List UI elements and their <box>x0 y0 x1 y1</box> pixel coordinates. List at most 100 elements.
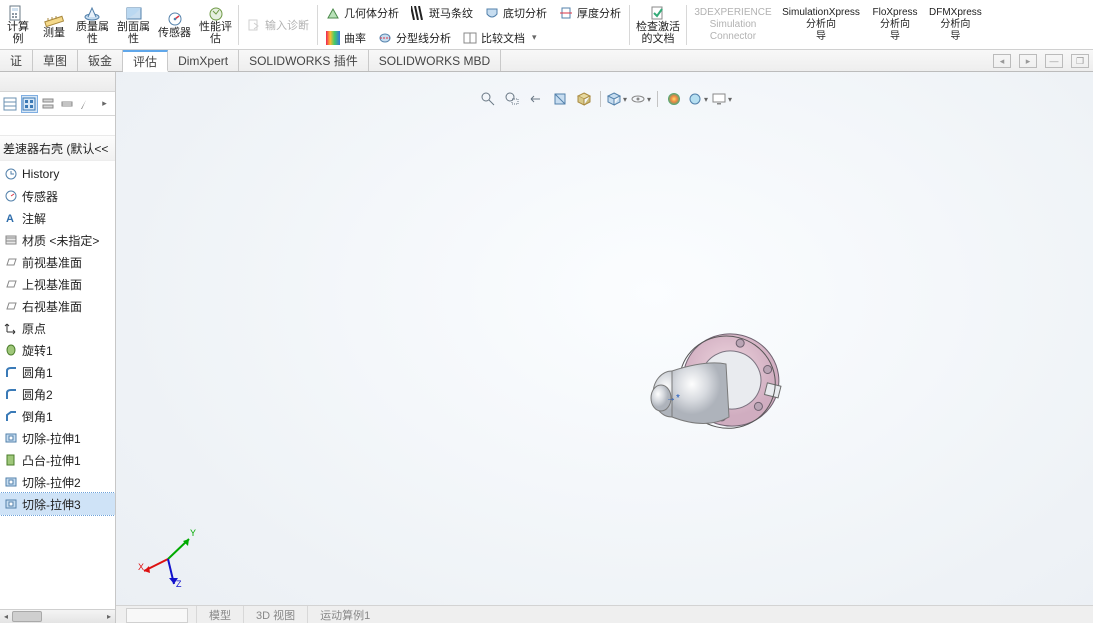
tree-title[interactable]: 差速器右壳 (默认<< <box>0 136 115 161</box>
dimxpertmanager-tab-icon[interactable] <box>58 95 75 113</box>
sensor-button[interactable]: 传感器 <box>154 0 195 50</box>
scroll-thumb[interactable] <box>12 611 42 622</box>
measure-button[interactable]: 测量 <box>36 0 72 50</box>
undercut-icon <box>485 6 499 20</box>
displaymanager-tab-icon[interactable] <box>77 95 94 113</box>
tree-item-label: 原点 <box>22 320 46 337</box>
sectionprops-button[interactable]: 剖面属 性 <box>113 0 154 50</box>
tree-item-label: 右视基准面 <box>22 298 82 315</box>
compare-button[interactable]: 比较文档▾ <box>457 27 543 49</box>
check-doc-label: 检查激活 的文档 <box>636 21 680 45</box>
cube-icon <box>606 91 622 107</box>
tree-origin[interactable]: 原点 <box>0 317 115 339</box>
hud-separator <box>657 91 658 107</box>
tree-fillet2[interactable]: 圆角2 <box>0 383 115 405</box>
propertymanager-tab-icon[interactable] <box>21 95 38 113</box>
view-settings-button[interactable]: ▾ <box>711 88 733 110</box>
previous-view-button[interactable] <box>525 88 547 110</box>
next-doc-button[interactable]: ▸ <box>1019 54 1037 68</box>
partingline-button[interactable]: 分型线分析 <box>372 27 457 49</box>
tab-sw-addins[interactable]: SOLIDWORKS 插件 <box>239 50 369 71</box>
zoom-to-area-button[interactable] <box>501 88 523 110</box>
tab-sheetmetal[interactable]: 钣金 <box>78 50 123 71</box>
flox-button[interactable]: FloXpress 分析向 导 <box>865 0 925 50</box>
orientation-triad[interactable]: X Y Z <box>136 519 206 589</box>
section-view-button[interactable] <box>549 88 571 110</box>
input-diagnosis-button[interactable]: 输入诊断 <box>241 14 315 36</box>
tree-item-label: 材质 <未指定> <box>22 232 99 249</box>
configmanager-tab-icon[interactable] <box>40 95 57 113</box>
calc-icon <box>9 5 27 21</box>
chevron-down-icon: ▾ <box>647 95 651 104</box>
simx-button[interactable]: SimulationXpress 分析向 导 <box>777 0 865 50</box>
tab-sketch[interactable]: 草图 <box>33 50 78 71</box>
tree-history[interactable]: History <box>0 163 115 185</box>
thickness-button[interactable]: 厚度分析 <box>553 2 627 24</box>
thickness-label: 厚度分析 <box>577 5 621 21</box>
performance-button[interactable]: 性能评 估 <box>195 0 236 50</box>
tree-top-plane[interactable]: 上视基准面 <box>0 273 115 295</box>
tree-chamfer1[interactable]: 倒角1 <box>0 405 115 427</box>
edit-appearance-button[interactable] <box>663 88 685 110</box>
plane-icon <box>4 277 18 291</box>
feature-tree: History 传感器 A注解 材质 <未指定> 前视基准面 上视基准面 右视基… <box>0 161 115 609</box>
simx-l3: 导 <box>816 31 826 43</box>
zebra-stripes-button[interactable]: 斑马条纹 <box>405 2 479 24</box>
tab-dimxpert[interactable]: DimXpert <box>168 50 239 71</box>
plane-icon <box>4 255 18 269</box>
tree-fillet1[interactable]: 圆角1 <box>0 361 115 383</box>
prev-view-icon <box>528 91 544 107</box>
tree-item-label: 传感器 <box>22 188 58 205</box>
tab-3d-view[interactable]: 3D 视图 <box>243 606 307 623</box>
curvature-button[interactable]: 曲率 <box>320 27 372 49</box>
tab-model-3d[interactable]: 模型 <box>196 606 243 623</box>
tree-item-label: 圆角1 <box>22 364 53 381</box>
tab-sw-mbd[interactable]: SOLIDWORKS MBD <box>369 50 501 71</box>
tree-cutextrude1[interactable]: 切除-拉伸1 <box>0 427 115 449</box>
tree-item-label: 上视基准面 <box>22 276 82 293</box>
tab-evaluate[interactable]: 评估 <box>123 50 168 72</box>
tree-cutextrude3[interactable]: 切除-拉伸3 <box>0 493 115 515</box>
undercut-button[interactable]: 底切分析 <box>479 2 553 24</box>
chevron-down-icon: ▾ <box>728 95 732 104</box>
display-style-button[interactable]: ▾ <box>606 88 628 110</box>
zoom-to-fit-button[interactable] <box>477 88 499 110</box>
sectionprops-icon <box>125 5 143 21</box>
cutextrude-icon <box>4 431 18 445</box>
tree-front-plane[interactable]: 前视基准面 <box>0 251 115 273</box>
scroll-left-arrow-icon[interactable]: ◂ <box>0 610 12 623</box>
graphics-area[interactable]: ▾ ▾ ▾ ▾ <box>116 72 1093 623</box>
check-active-doc-button[interactable]: 检查激活 的文档 <box>632 0 684 50</box>
ribbon-separator <box>317 5 318 45</box>
restore-button[interactable]: ❐ <box>1071 54 1089 68</box>
threeDX-button[interactable]: 3DEXPERIENCE Simulation Connector <box>689 0 777 50</box>
dfmx-button[interactable]: DFMXpress 分析向 导 <box>925 0 986 50</box>
prev-doc-button[interactable]: ◂ <box>993 54 1011 68</box>
calc-example-button[interactable]: 计算 例 <box>0 0 36 50</box>
tree-material[interactable]: 材质 <未指定> <box>0 229 115 251</box>
featuremanager-tab-icon[interactable] <box>2 95 19 113</box>
apply-scene-button[interactable]: ▾ <box>687 88 709 110</box>
orientation-icon <box>576 91 592 107</box>
geometry-analysis-button[interactable]: 几何体分析 <box>320 2 405 24</box>
monitor-icon <box>711 91 727 107</box>
chevron-down-icon: ▾ <box>532 32 537 43</box>
tree-sensors[interactable]: 传感器 <box>0 185 115 207</box>
tab-motion-study-1[interactable]: 运动算例1 <box>307 606 382 623</box>
panel-h-scrollbar[interactable]: ◂ ▸ <box>0 609 115 623</box>
tree-right-plane[interactable]: 右视基准面 <box>0 295 115 317</box>
tree-cutextrude2[interactable]: 切除-拉伸2 <box>0 471 115 493</box>
tree-annotations[interactable]: A注解 <box>0 207 115 229</box>
panel-overflow-icon[interactable]: ▸ <box>96 95 113 113</box>
scroll-right-arrow-icon[interactable]: ▸ <box>103 610 115 623</box>
view-orientation-button[interactable] <box>573 88 595 110</box>
tab-features[interactable]: 证 <box>0 50 33 71</box>
hide-show-button[interactable]: ▾ <box>630 88 652 110</box>
tree-bossextrude1[interactable]: 凸台-拉伸1 <box>0 449 115 471</box>
heads-up-toolbar: ▾ ▾ ▾ ▾ <box>477 88 733 110</box>
measure-icon <box>44 11 64 27</box>
tree-item-label: 旋转1 <box>22 342 53 359</box>
massprops-button[interactable]: 质量属 性 <box>72 0 113 50</box>
tree-revolve1[interactable]: 旋转1 <box>0 339 115 361</box>
minimize-button[interactable]: ― <box>1045 54 1063 68</box>
